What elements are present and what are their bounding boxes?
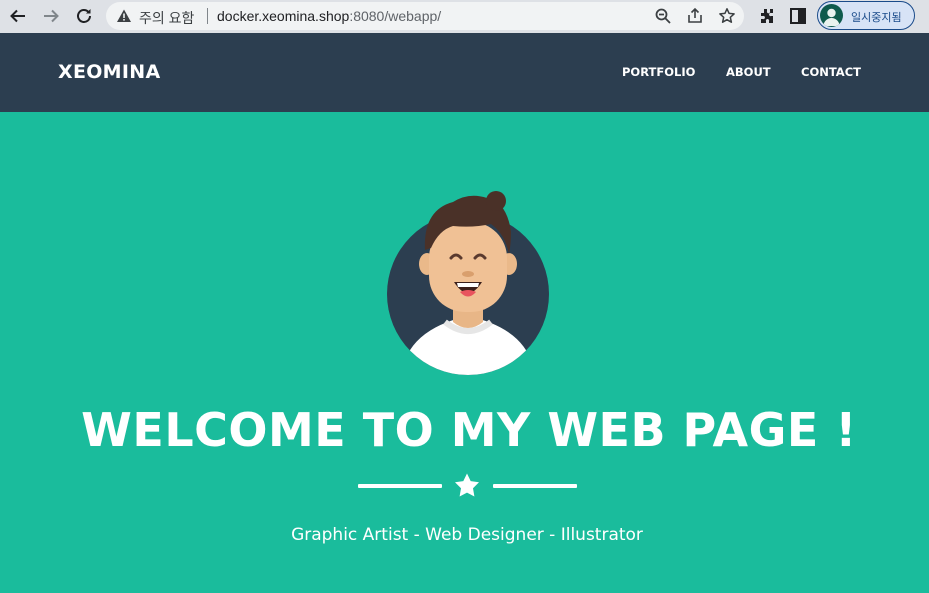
brand-logo-link[interactable]: XEOMINA <box>58 61 160 83</box>
omnibox-divider <box>207 8 208 24</box>
hero-subtitle: Graphic Artist - Web Designer - Illustra… <box>291 525 643 545</box>
profile-button[interactable]: 일시중지됨 <box>817 1 915 30</box>
profile-status-label: 일시중지됨 <box>851 12 902 24</box>
star-icon <box>455 473 479 497</box>
url-host: docker.xeomina.shop <box>217 8 350 24</box>
reload-icon[interactable] <box>72 5 96 27</box>
hero-title: WELCOME TO MY WEB PAGE ! <box>81 403 857 457</box>
divider-line-right <box>493 484 577 488</box>
nav-link-portfolio[interactable]: PORTFOLIO <box>622 65 695 79</box>
back-icon[interactable] <box>6 5 30 27</box>
address-bar[interactable]: 주의 요함 docker.xeomina.shop:8080/webapp/ <box>106 2 744 30</box>
nav-link-about[interactable]: ABOUT <box>726 65 771 79</box>
url-text[interactable]: docker.xeomina.shop:8080/webapp/ <box>217 8 441 24</box>
profile-icon <box>820 4 843 27</box>
divider-line-left <box>358 484 442 488</box>
url-path: :8080/webapp/ <box>349 8 442 24</box>
extensions-icon[interactable] <box>757 6 777 26</box>
star-icon[interactable] <box>718 7 736 25</box>
nav-link-contact[interactable]: CONTACT <box>801 65 861 79</box>
hero-avatar <box>383 188 553 378</box>
warning-icon[interactable] <box>116 8 132 24</box>
share-icon[interactable] <box>686 7 704 25</box>
browser-toolbar: 주의 요함 docker.xeomina.shop:8080/webapp/ 일… <box>0 0 929 33</box>
forward-icon[interactable] <box>39 5 63 27</box>
site-navbar: XEOMINA PORTFOLIO ABOUT CONTACT <box>0 33 929 112</box>
side-panel-icon[interactable] <box>788 6 808 26</box>
security-label[interactable]: 주의 요함 <box>139 8 194 28</box>
zoom-icon[interactable] <box>654 7 672 25</box>
